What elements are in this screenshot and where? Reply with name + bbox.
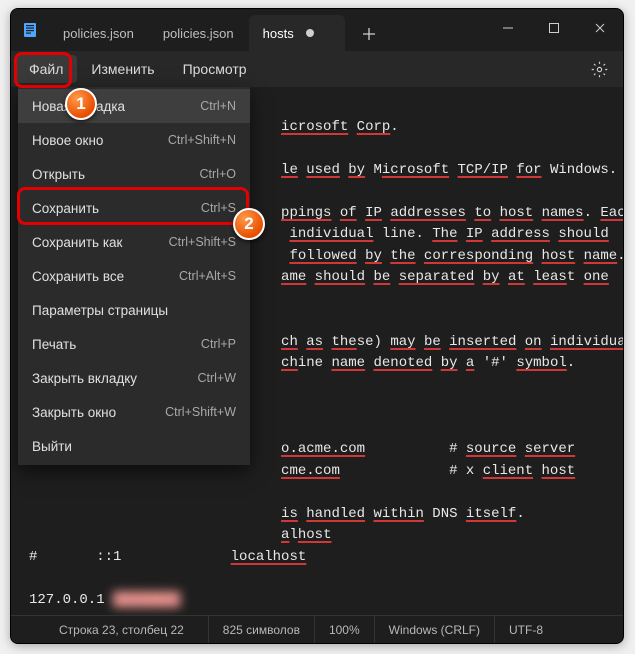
file-menu-item-shortcut: Ctrl+Alt+S xyxy=(179,269,236,283)
file-menu-item-shortcut: Ctrl+P xyxy=(201,337,236,351)
menu-file[interactable]: Файл xyxy=(15,55,77,83)
file-menu-item-shortcut: Ctrl+W xyxy=(197,371,236,385)
titlebar: policies.json policies.json hosts xyxy=(11,9,623,51)
tab-hosts[interactable]: hosts xyxy=(249,15,345,51)
file-menu-item-label: Выйти xyxy=(32,439,72,454)
file-menu-item-label: Закрыть вкладку xyxy=(32,371,137,386)
file-menu-item-2[interactable]: Открыть Ctrl+O xyxy=(18,157,250,191)
status-zoom[interactable]: 100% xyxy=(315,616,375,643)
modified-indicator-icon xyxy=(306,29,314,37)
file-menu-dropdown: Новая вкладка Ctrl+N Новое окно Ctrl+Shift+… xyxy=(18,87,250,465)
editor-line xyxy=(29,568,609,590)
file-menu-item-0[interactable]: Новая вкладка Ctrl+N xyxy=(18,89,250,123)
file-menu-item-label: Новая вкладка xyxy=(32,99,125,114)
app-icon xyxy=(11,9,49,51)
file-menu-item-label: Печать xyxy=(32,337,76,352)
editor-line: alhost xyxy=(29,525,609,547)
file-menu-item-4[interactable]: Сохранить как Ctrl+Shift+S xyxy=(18,225,250,259)
tab-policies-2[interactable]: policies.json xyxy=(149,15,248,51)
file-menu-item-shortcut: Ctrl+Shift+W xyxy=(165,405,236,419)
file-menu-item-label: Сохранить xyxy=(32,201,99,216)
file-menu-item-shortcut: Ctrl+S xyxy=(201,201,236,215)
maximize-button[interactable] xyxy=(531,9,577,47)
file-menu-item-1[interactable]: Новое окно Ctrl+Shift+N xyxy=(18,123,250,157)
file-menu-item-label: Сохранить как xyxy=(32,235,122,250)
add-tab-button[interactable] xyxy=(352,17,386,51)
status-position[interactable]: Строка 23, столбец 22 xyxy=(11,616,209,643)
editor-line: 127.0.0.1 ████████ xyxy=(29,590,609,612)
file-menu-item-shortcut: Ctrl+O xyxy=(200,167,236,181)
status-chars[interactable]: 825 символов xyxy=(209,616,315,643)
file-menu-item-10[interactable]: Выйти xyxy=(18,429,250,463)
app-window: policies.json policies.json hosts Файл И… xyxy=(10,8,624,644)
file-menu-item-label: Открыть xyxy=(32,167,85,182)
tab-policies-1[interactable]: policies.json xyxy=(49,15,148,51)
menu-view[interactable]: Просмотр xyxy=(169,55,261,83)
editor-line xyxy=(29,482,609,504)
file-menu-item-7[interactable]: Печать Ctrl+P xyxy=(18,327,250,361)
status-encoding[interactable]: UTF-8 xyxy=(495,616,557,643)
file-menu-item-6[interactable]: Параметры страницы xyxy=(18,293,250,327)
close-button[interactable] xyxy=(577,9,623,47)
statusbar: Строка 23, столбец 22 825 символов 100% … xyxy=(11,615,623,643)
menu-edit[interactable]: Изменить xyxy=(77,55,168,83)
file-menu-item-shortcut: Ctrl+N xyxy=(200,99,236,113)
menubar: Файл Изменить Просмотр xyxy=(11,51,623,87)
file-menu-item-shortcut: Ctrl+Shift+N xyxy=(168,133,236,147)
file-menu-item-label: Сохранить все xyxy=(32,269,124,284)
file-menu-item-8[interactable]: Закрыть вкладку Ctrl+W xyxy=(18,361,250,395)
status-eol[interactable]: Windows (CRLF) xyxy=(375,616,495,643)
editor-line: # ::1 localhost xyxy=(29,547,609,569)
window-controls xyxy=(485,9,623,51)
file-menu-item-label: Закрыть окно xyxy=(32,405,116,420)
file-menu-item-shortcut: Ctrl+Shift+S xyxy=(169,235,236,249)
file-menu-item-label: Параметры страницы xyxy=(32,303,168,318)
editor-line: is handled within DNS itself. xyxy=(29,504,609,526)
file-menu-item-3[interactable]: Сохранить Ctrl+S xyxy=(18,191,250,225)
tabs: policies.json policies.json hosts xyxy=(49,9,485,51)
file-menu-item-5[interactable]: Сохранить все Ctrl+Alt+S xyxy=(18,259,250,293)
settings-button[interactable] xyxy=(579,51,619,87)
file-menu-item-9[interactable]: Закрыть окно Ctrl+Shift+W xyxy=(18,395,250,429)
file-menu-item-label: Новое окно xyxy=(32,133,103,148)
minimize-button[interactable] xyxy=(485,9,531,47)
